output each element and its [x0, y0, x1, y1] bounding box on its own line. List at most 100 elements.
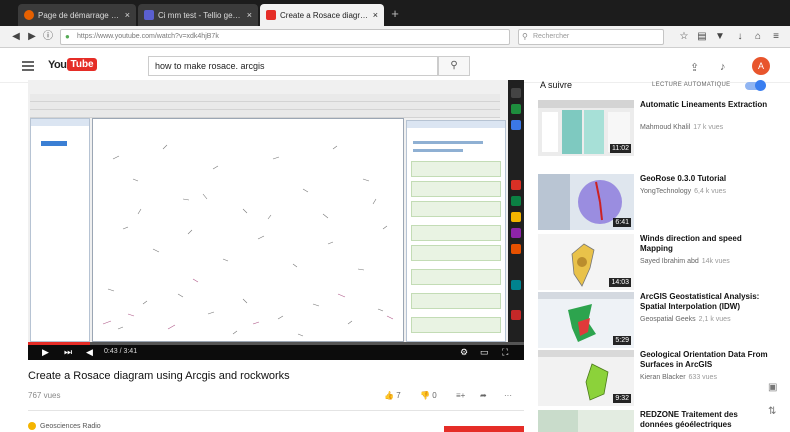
mail-icon: [144, 10, 154, 20]
thumbs-down-icon: 👎: [420, 391, 430, 400]
player-controls: ▶ ⏭ ◀ 0:43 / 3:41 ⚙ ▭ ⛶: [28, 342, 524, 360]
close-icon[interactable]: ×: [373, 10, 378, 20]
view-count: 6,4 k vues: [694, 188, 727, 195]
browser-search-input[interactable]: ⚲ Rechercher: [518, 29, 664, 45]
recommended-video[interactable]: 11:02 Automatic Lineaments Extraction Ma…: [538, 100, 778, 164]
recommended-title: GeoRose 0.3.0 Tutorial: [640, 174, 727, 183]
dislike-count: 0: [432, 391, 437, 400]
info-icon[interactable]: ⓘ: [40, 29, 56, 45]
tab-firefox-start[interactable]: Page de démarrage de Mo... ×: [18, 4, 136, 26]
video-thumbnail: 11:02: [538, 100, 634, 156]
recommended-title: ArcGIS Geostatistical Analysis: Spatial …: [640, 292, 760, 311]
recommended-meta: Kieran Blacker 633 vues: [640, 374, 717, 381]
tab-mail[interactable]: Ci mm test - Tellio geo - Ya... ×: [138, 4, 258, 26]
menu-icon[interactable]: ≡: [768, 29, 784, 45]
video-thumbnail: 6:41: [538, 174, 634, 230]
channel-name: Geospatial Geeks: [640, 316, 696, 323]
notifications-bell-icon[interactable]: ♪: [720, 61, 726, 73]
progress-bar[interactable]: [28, 342, 524, 345]
recommended-video[interactable]: 6:41 GeoRose 0.3.0 Tutorial YongTechnolo…: [538, 174, 778, 238]
autoplay-toggle[interactable]: [745, 80, 766, 91]
channel-row[interactable]: Geosciences Radio: [28, 422, 101, 430]
url-bar[interactable]: ● https://www.youtube.com/watch?v=xdk4hj…: [60, 29, 510, 45]
new-tab-button[interactable]: +: [387, 6, 403, 22]
download-icon[interactable]: ↓: [732, 29, 748, 45]
upload-icon[interactable]: ⇪: [690, 61, 699, 74]
up-next-heading: A suivre: [540, 80, 573, 90]
arcmap-table-of-contents: [30, 118, 90, 342]
recommended-title: Automatic Lineaments Extraction: [640, 100, 768, 109]
view-count: 2,1 k vues: [698, 316, 731, 323]
arcmap-catalog-panel: [406, 120, 506, 342]
video-actions: 👍 7 👎 0 ≡+ ➦ ···: [384, 391, 524, 405]
forward-icon[interactable]: ▶: [24, 29, 40, 45]
recommended-meta: Sayed Ibrahim abd 14k vues: [640, 258, 730, 265]
selected-layer: [41, 141, 67, 146]
library-icon[interactable]: ▤: [694, 29, 710, 45]
view-count: 17 k vues: [693, 124, 724, 131]
url-text: https://www.youtube.com/watch?v=xdk4hjB7…: [77, 33, 219, 40]
recommended-meta: Geospatial Geeks 2,1 k vues: [640, 316, 731, 323]
youtube-logo[interactable]: You Tube: [48, 58, 97, 71]
volume-icon[interactable]: ◀: [86, 347, 93, 358]
recommended-title: Geological Orientation Data From Surface…: [640, 350, 768, 369]
share-icon[interactable]: ➦: [480, 391, 487, 400]
channel-name: YongTechnology: [640, 188, 692, 195]
video-frame-arcmap: [28, 80, 508, 342]
divider: [28, 410, 524, 411]
like-button[interactable]: 👍 7: [384, 391, 401, 400]
logo-tube: Tube: [67, 58, 97, 71]
youtube-header: You Tube how to make rosace. arcgis ⚲ ⇪ …: [0, 49, 790, 83]
like-count: 7: [396, 391, 401, 400]
video-thumbnail: [538, 410, 634, 432]
next-icon[interactable]: ⏭: [64, 347, 72, 358]
settings-gear-icon[interactable]: ⚙: [460, 347, 468, 358]
pocket-icon[interactable]: ▼: [712, 29, 728, 45]
youtube-icon: [266, 10, 276, 20]
search-icon: ⚲: [522, 32, 528, 41]
youtube-search-input[interactable]: how to make rosace. arcgis: [148, 56, 438, 76]
search-placeholder: Rechercher: [533, 33, 570, 40]
autoplay-label: LECTURE AUTOMATIQUE: [652, 82, 731, 88]
recommended-video[interactable]: 5:29 ArcGIS Geostatistical Analysis: Spa…: [538, 292, 778, 356]
view-count: 14k vues: [701, 258, 730, 265]
thumbs-up-icon: 👍: [384, 391, 394, 400]
arcmap-map-canvas: [92, 118, 404, 342]
close-icon[interactable]: ×: [125, 10, 130, 20]
scroll-icon[interactable]: ⇅: [768, 406, 776, 417]
back-icon[interactable]: ◀: [8, 29, 24, 45]
arcmap-toolbar: [30, 94, 500, 102]
hamburger-menu-icon[interactable]: [22, 61, 34, 71]
logo-you: You: [48, 58, 67, 71]
recommended-video[interactable]: 14:03 Winds direction and speed Mapping …: [538, 234, 778, 298]
theater-mode-icon[interactable]: ▭: [480, 347, 489, 358]
view-count: 633 vues: [688, 374, 717, 381]
browser-nav-bar: ◀ ▶ ⓘ ● https://www.youtube.com/watch?v=…: [0, 26, 790, 48]
home-icon[interactable]: ⌂: [750, 29, 766, 45]
youtube-search-button[interactable]: ⚲: [438, 56, 470, 76]
fullscreen-icon[interactable]: ⛶: [502, 347, 508, 358]
feedback-icon[interactable]: ▣: [768, 382, 777, 393]
add-to-playlist-icon[interactable]: ≡+: [456, 391, 465, 400]
tab-youtube-video[interactable]: Create a Rosace diagram u... ×: [260, 4, 384, 26]
subscribe-button[interactable]: [444, 426, 524, 432]
duration-badge: 11:02: [610, 144, 631, 153]
tab-label: Ci mm test - Tellio geo - Ya...: [158, 10, 243, 20]
screen: { "browser": { "tabs": [ {"label": "Page…: [0, 0, 790, 432]
star-icon[interactable]: ☆: [676, 29, 692, 45]
channel-avatar: [28, 422, 36, 430]
recommended-title: REDZONE Traitement des données géoélectr…: [640, 410, 738, 429]
channel-name: Sayed Ibrahim abd: [640, 258, 699, 265]
close-icon[interactable]: ×: [247, 10, 252, 20]
arcmap-toolbar: [30, 102, 500, 110]
tab-label: Create a Rosace diagram u...: [280, 10, 369, 20]
avatar[interactable]: A: [752, 57, 770, 75]
recommended-video[interactable]: REDZONE Traitement des données géoélectr…: [538, 410, 778, 432]
video-title: Create a Rosace diagram using Arcgis and…: [28, 370, 290, 382]
play-icon[interactable]: ▶: [42, 347, 49, 358]
dislike-button[interactable]: 👎 0: [420, 391, 437, 400]
recommended-video[interactable]: 9:32 Geological Orientation Data From Su…: [538, 350, 778, 414]
video-player[interactable]: ▶ ⏭ ◀ 0:43 / 3:41 ⚙ ▭ ⛶: [28, 80, 524, 360]
lineament-map-graphic: [102, 144, 394, 337]
more-icon[interactable]: ···: [504, 391, 512, 400]
